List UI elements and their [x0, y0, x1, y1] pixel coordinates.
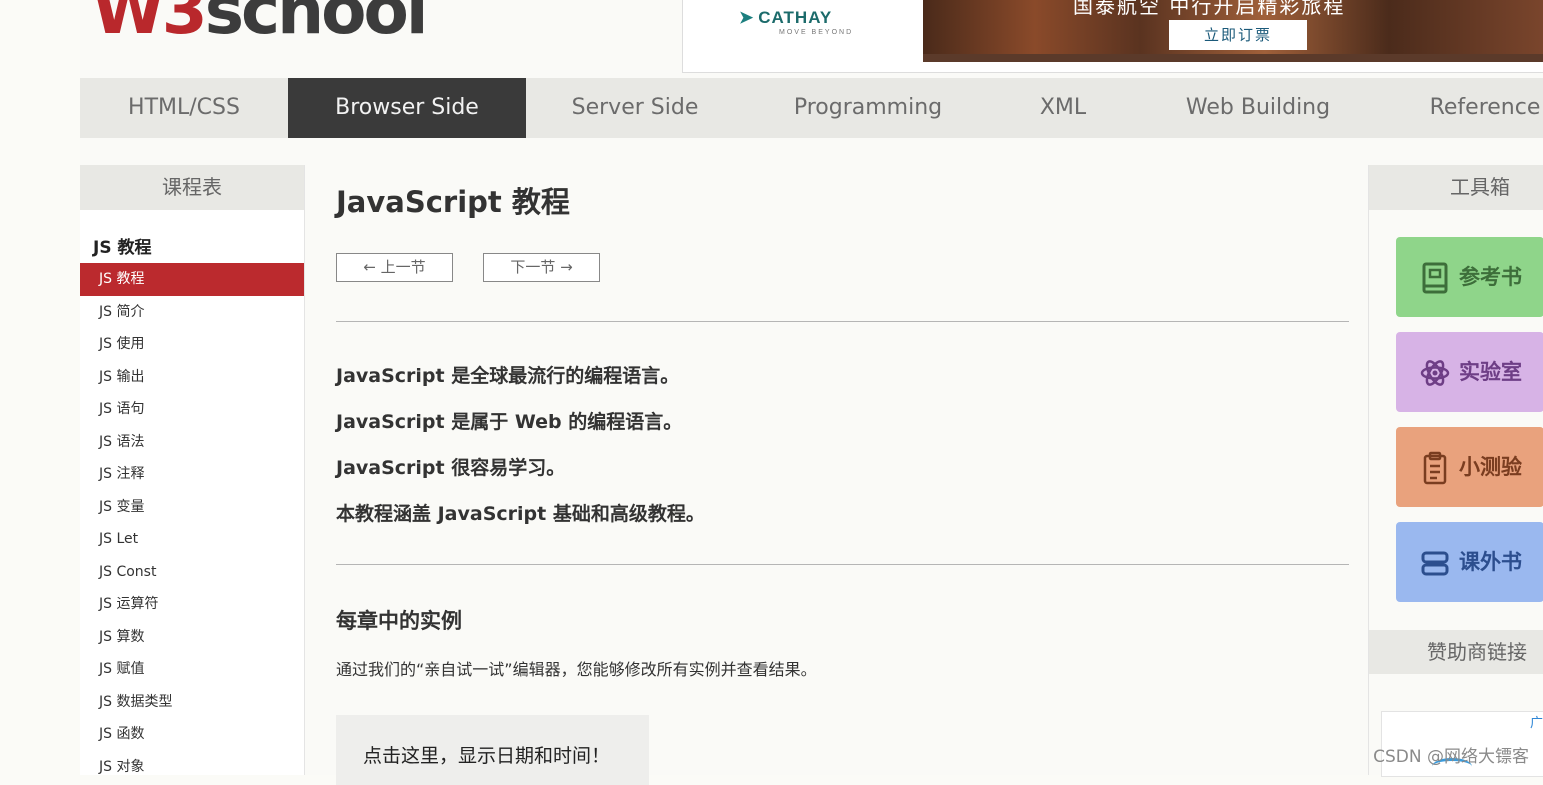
intro-line-1: JavaScript 是全球最流行的编程语言。 — [336, 365, 680, 387]
sidebar-heading: 课程表 — [80, 165, 304, 210]
nav-programming[interactable]: Programming — [744, 78, 992, 138]
sidebar-item-js-syntax[interactable]: JS 语法 — [80, 426, 304, 459]
book-icon — [1422, 262, 1448, 294]
course-sidebar: 课程表 JS 教程 JS 教程 JS 简介 JS 使用 JS 输出 JS 语句 … — [80, 165, 305, 775]
sidebar-item-js-assignment[interactable]: JS 赋值 — [80, 653, 304, 686]
sidebar-item-js-functions[interactable]: JS 函数 — [80, 718, 304, 751]
atom-icon — [1420, 360, 1450, 386]
ad-tagline: MOVE BEYOND — [779, 29, 854, 36]
ad-brand-text: CATHAY — [758, 8, 833, 27]
intro-line-2: JavaScript 是属于 Web 的编程语言。 — [336, 411, 683, 433]
toolbox-sidebar: 工具箱 参考书 实验室 小测验 课外书 赞助商链接 广 — [1368, 165, 1543, 777]
sidebar-item-js-variables[interactable]: JS 变量 — [80, 491, 304, 524]
intro-line-4: 本教程涵盖 JavaScript 基础和高级教程。 — [336, 503, 705, 525]
nav-reference[interactable]: Reference — [1382, 78, 1543, 138]
banner-ad[interactable]: ➤ CATHAY MOVE BEYOND 国泰航空 中行开启精彩旅程 立即订票 — [682, 0, 1543, 73]
logo-school: school — [204, 0, 429, 49]
section-description: 通过我们的“亲自试一试”编辑器，您能够修改所有实例并查看结果。 — [336, 660, 817, 679]
ad-book-button[interactable]: 立即订票 — [1169, 20, 1307, 50]
sidebar-item-js-tutorial[interactable]: JS 教程 — [80, 263, 304, 296]
toolbox-extra-books-button[interactable]: 课外书 — [1396, 522, 1543, 602]
sidebar-item-js-arithmetic[interactable]: JS 算数 — [80, 621, 304, 654]
nav-web-building[interactable]: Web Building — [1134, 78, 1382, 138]
cathay-wing-icon: ➤ — [739, 8, 755, 27]
nav-server-side[interactable]: Server Side — [526, 78, 744, 138]
divider — [336, 564, 1349, 565]
logo-w3: W3 — [92, 0, 208, 49]
intro-line-3: JavaScript 很容易学习。 — [336, 457, 566, 479]
ad-brand: ➤ CATHAY — [739, 8, 832, 28]
toolbox-lab-button[interactable]: 实验室 — [1396, 332, 1543, 412]
watermark: CSDN @网络大镖客 — [1373, 747, 1529, 767]
toolbox-extra-books-label: 课外书 — [1459, 550, 1522, 574]
divider — [336, 321, 1349, 322]
sidebar-item-js-usage[interactable]: JS 使用 — [80, 328, 304, 361]
section-title: 每章中的实例 — [336, 609, 462, 633]
sponsor-heading: 赞助商链接 — [1369, 630, 1543, 674]
clipboard-icon — [1423, 451, 1447, 485]
toolbox-lab-label: 实验室 — [1459, 360, 1522, 384]
toolbox-reference-button[interactable]: 参考书 — [1396, 237, 1543, 317]
toolbox-heading: 工具箱 — [1369, 165, 1543, 210]
sidebar-item-js-const[interactable]: JS Const — [80, 556, 304, 589]
nav-html-css[interactable]: HTML/CSS — [80, 78, 288, 138]
sidebar-item-js-intro[interactable]: JS 简介 — [80, 296, 304, 329]
toolbox-reference-label: 参考书 — [1459, 265, 1522, 289]
sidebar-item-js-statements[interactable]: JS 语句 — [80, 393, 304, 426]
sidebar-item-js-comments[interactable]: JS 注释 — [80, 458, 304, 491]
prev-section-button[interactable]: ← 上一节 — [336, 253, 453, 282]
example-text: 点击这里，显示日期和时间！ — [363, 745, 611, 767]
ad-image: 国泰航空 中行开启精彩旅程 立即订票 — [923, 0, 1543, 62]
top-nav: HTML/CSS Browser Side Server Side Progra… — [80, 78, 1543, 138]
page-title: JavaScript 教程 — [336, 185, 570, 219]
sidebar-item-js-let[interactable]: JS Let — [80, 523, 304, 556]
sidebar-section-title: JS 教程 — [93, 238, 152, 258]
toolbox-quiz-label: 小测验 — [1459, 455, 1522, 479]
sidebar-item-js-objects[interactable]: JS 对象 — [80, 751, 304, 784]
nav-browser-side[interactable]: Browser Side — [288, 78, 526, 138]
next-section-button[interactable]: 下一节 → — [483, 253, 600, 282]
ad-marker: 广 — [1529, 716, 1543, 731]
ad-headline: 国泰航空 中行开启精彩旅程 — [1073, 0, 1346, 18]
books-icon — [1421, 551, 1449, 576]
sidebar-list: JS 教程 JS 简介 JS 使用 JS 输出 JS 语句 JS 语法 JS 注… — [80, 263, 304, 783]
w3school-logo[interactable]: W3school — [92, 0, 428, 44]
sidebar-item-js-output[interactable]: JS 输出 — [80, 361, 304, 394]
sidebar-item-js-operators[interactable]: JS 运算符 — [80, 588, 304, 621]
nav-xml[interactable]: XML — [992, 78, 1134, 138]
toolbox-quiz-button[interactable]: 小测验 — [1396, 427, 1543, 507]
sidebar-item-js-data-types[interactable]: JS 数据类型 — [80, 686, 304, 719]
